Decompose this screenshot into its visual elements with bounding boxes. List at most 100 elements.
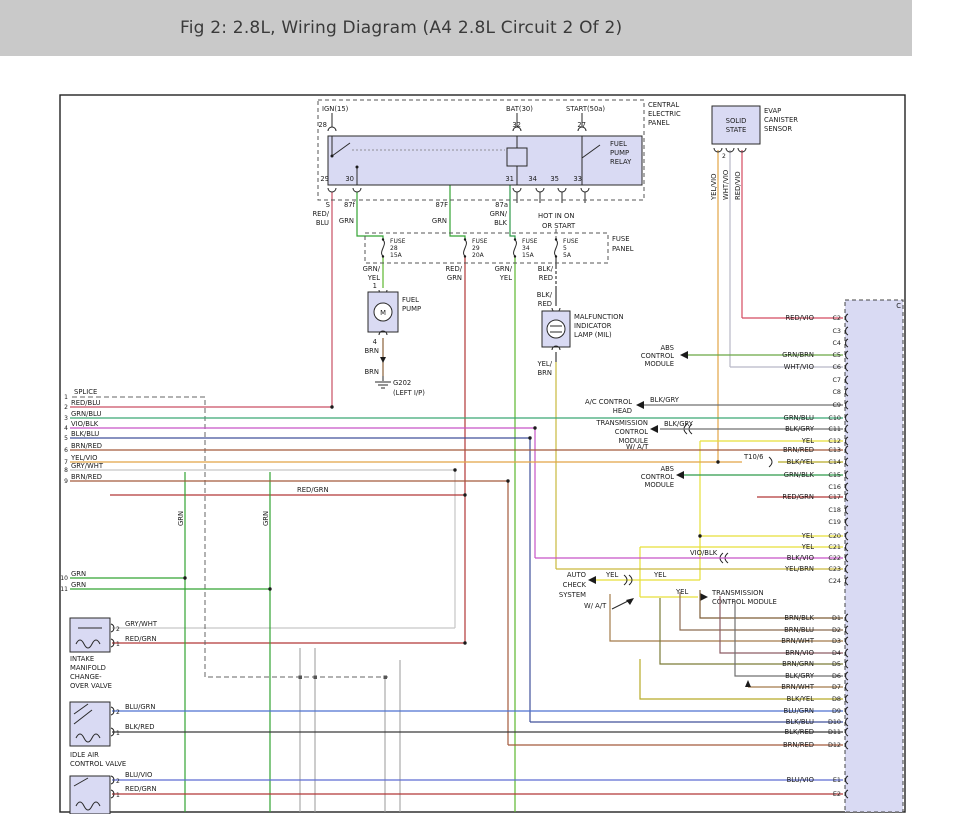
wire-label: RED/GRN	[125, 635, 157, 643]
device-name: CONTROL VALVE	[70, 760, 126, 768]
pin-id: E2	[833, 790, 841, 798]
relay-output-terminal: S	[326, 201, 330, 209]
wire-label: YEL/VIO	[70, 454, 98, 462]
relay-label: PUMP	[610, 149, 629, 157]
pin-id: C19	[828, 518, 841, 526]
relay-output-terminal: 87a	[495, 201, 508, 209]
fuse-panel-label: PANEL	[612, 245, 634, 253]
wire-label: BRN/RED	[71, 473, 102, 481]
modules: ABS CONTROL MODULE A/C CONTROL HEAD BLK/…	[559, 344, 777, 610]
pin-id: C20	[828, 532, 841, 540]
left-arrow	[680, 351, 688, 359]
wire-label: BLK/	[538, 265, 554, 273]
device-name: IDLE AIR	[70, 751, 99, 759]
fuse-symbol	[514, 240, 517, 256]
fuse-name: FUSE	[390, 238, 406, 245]
auto-check-label: SYSTEM	[559, 591, 586, 599]
pin-id: E1	[833, 776, 841, 784]
pin-wire-label: BLK/RED	[785, 728, 814, 736]
fuse-symbol	[555, 240, 558, 256]
pin-wire-label: BLK/BLU	[786, 718, 814, 726]
pin-id: C22	[828, 554, 841, 562]
wire-label: YEL	[367, 274, 380, 282]
abs-module-label: ABS	[660, 465, 674, 473]
pin-wire-label: BRN/RED	[783, 446, 814, 454]
fuse-number: 34	[522, 245, 530, 252]
abs-module-label: ABS	[660, 344, 674, 352]
evap-label: CANISTER	[764, 116, 798, 124]
pin-number: 2	[116, 778, 120, 785]
pin-id: C8	[832, 388, 841, 396]
wire-label: RED/	[312, 210, 329, 218]
terminal-start-label: START(50a)	[566, 105, 605, 113]
wire-label: GRN	[339, 217, 354, 225]
pin-id: C13	[828, 446, 841, 454]
motor-letter: M	[380, 309, 386, 317]
wire-label: GRY/WHT	[125, 620, 158, 628]
fuse-rating: 5A	[563, 252, 572, 259]
pin-id: C12	[828, 437, 841, 445]
ground-label: (LEFT I/P)	[393, 389, 425, 397]
pin-wire-label: WHT/VIO	[784, 363, 814, 371]
wire-label: BLU	[316, 219, 329, 227]
pin-id: C9	[832, 401, 841, 409]
evap-label: SENSOR	[764, 125, 792, 133]
wire-label-vertical: GRN	[177, 511, 185, 526]
connector-designation: C	[896, 302, 901, 310]
pin-id: C3	[832, 327, 841, 335]
pin-number: 4	[373, 338, 377, 346]
lamp-symbol	[547, 320, 565, 338]
wire-label: GRN	[432, 217, 447, 225]
wire-label: VIO/BLK	[690, 549, 718, 557]
pin-number: 31	[505, 175, 514, 183]
abs-module-label: MODULE	[644, 360, 674, 368]
splice-row-number: 5	[64, 435, 68, 442]
abs-module-label: CONTROL	[641, 473, 674, 481]
central-panel-label: CENTRAL	[648, 101, 679, 109]
pin-wire-label: BLK/GRY	[785, 425, 815, 433]
pin-number: 1	[116, 792, 120, 799]
pin-wire-label: BLK/YEL	[787, 695, 815, 703]
pin-wire-label: BLK/VIO	[787, 554, 814, 562]
tcm-label: TRANSMISSION	[711, 589, 764, 597]
wire-label: BRN/RED	[71, 442, 102, 450]
pin-id: C4	[832, 339, 841, 347]
inline-connector-symbol	[769, 457, 772, 467]
fuse-number: 29	[472, 245, 480, 252]
device-name: MANIFOLD	[70, 664, 106, 672]
splice-block: SPLICE 1RED/BLU2GRN/BLU3VIO/BLK4BLK/BLU5…	[60, 388, 843, 593]
pin-id: C10	[828, 414, 841, 422]
splice-row-number: 10	[60, 575, 68, 582]
wire-label: GRN/	[490, 210, 508, 218]
splice-title: SPLICE	[74, 388, 97, 396]
fuse-panel: FUSE PANEL FUSE2815AFUSE2920AFUSE3415AFU…	[363, 233, 634, 282]
fuel-pump: 1 M FUEL PUMP 4 BRN BRN G202 (LEFT I/P)	[365, 282, 426, 397]
fuse-name: FUSE	[563, 238, 579, 245]
pin-id: D7	[832, 683, 841, 691]
pin-id: C7	[832, 376, 841, 384]
wire-label-vertical: RED/VIO	[734, 171, 742, 200]
pin-wire-label: RED/VIO	[785, 314, 814, 322]
connector-d-pins: D1BRN/BLKD2BRN/BLUD3BRN/WHTD4BRN/VIOD5BR…	[112, 590, 848, 749]
pin-id: D12	[828, 741, 841, 749]
connector-e-pins: E1BLU/VIOE2	[112, 776, 848, 798]
fuel-pump-label: FUEL	[402, 296, 419, 304]
mil-label: INDICATOR	[574, 322, 612, 330]
pin-number: 1	[116, 641, 120, 648]
wire-label-vertical: YEL/VIO	[710, 173, 718, 201]
ac-head-label: HEAD	[613, 407, 632, 415]
splice-row-number: 6	[64, 447, 68, 454]
left-arrow	[588, 576, 596, 584]
pin-id: C23	[828, 565, 841, 573]
pin-wire-label: YEL	[801, 543, 814, 551]
wire-label-vertical: GRN	[262, 511, 270, 526]
pin-wire-label: BLU/GRN	[784, 707, 814, 715]
pin-id: C24	[828, 577, 841, 585]
wire-label: RED/BLU	[71, 399, 101, 407]
relay-label: RELAY	[610, 158, 632, 166]
pin-id: C21	[828, 543, 841, 551]
mil-label: MALFUNCTION	[574, 313, 624, 321]
fuse-rating: 15A	[390, 252, 403, 259]
wire-label: BLK/GRY	[650, 396, 680, 404]
wire-label: BLK	[494, 219, 507, 227]
